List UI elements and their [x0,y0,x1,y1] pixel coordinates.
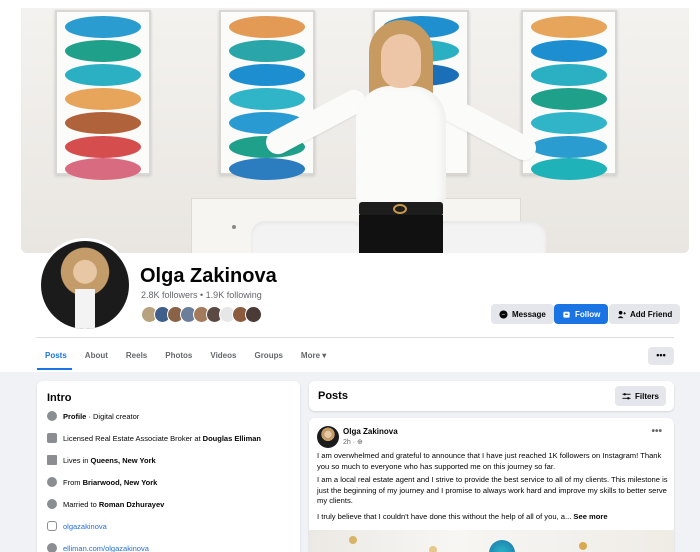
follower-stats[interactable]: 2.8K followers • 1.9K following [141,290,262,300]
follow-button[interactable]: Follow [554,304,609,324]
filter-icon [622,392,631,399]
cover-artwork [55,10,151,180]
briefcase-icon [47,433,57,443]
post-card: Olga Zakinova 2h · ⊕ ••• I am overwhelme… [309,418,674,552]
cover-artwork [219,10,315,180]
post-timestamp[interactable]: 2h · ⊕ [343,438,363,446]
globe-icon [47,543,57,552]
instagram-link[interactable]: olgazakinova [63,522,107,531]
tab-posts[interactable]: Posts [36,346,76,365]
post-image[interactable] [309,530,674,552]
follow-icon [563,311,570,318]
intro-work: Licensed Real Estate Associate Broker at… [47,433,261,443]
post-paragraph: I truly believe that I couldn't have don… [317,512,608,521]
intro-lives-in: Lives in Queens, New York [47,455,156,465]
profile-tabs: Posts About Reels Photos Videos Groups M… [36,346,335,365]
post-options-button[interactable]: ••• [651,426,662,437]
employer-link[interactable]: Douglas Elliman [203,434,261,443]
profile-name: Olga Zakinova [140,265,277,287]
add-friend-label: Add Friend [630,309,673,319]
intro-title: Intro [47,392,72,404]
follower-avatar[interactable] [245,306,262,323]
filters-button[interactable]: Filters [614,386,666,406]
cover-photo[interactable] [21,8,689,253]
header-divider [36,337,674,338]
posts-title: Posts [318,390,348,402]
tab-about[interactable]: About [76,346,117,365]
cover-portrait [261,20,541,253]
lives-in-link[interactable]: Queens, New York [91,456,156,465]
filters-label: Filters [634,391,659,401]
location-pin-icon [47,477,57,487]
globe-icon: ⊕ [357,439,363,446]
messenger-icon [499,309,508,319]
intro-card: Intro Profile · Digital creator Licensed… [37,381,300,552]
post-author-avatar[interactable] [317,426,339,448]
instagram-icon [47,521,57,531]
profile-avatar[interactable] [38,238,132,332]
intro-profile: Profile · Digital creator [47,411,139,421]
intro-instagram: olgazakinova [47,521,107,531]
follower-avatars[interactable] [141,306,262,324]
follow-label: Follow [575,309,601,319]
intro-relationship: Married to Roman Dzhurayev [47,499,164,509]
intro-website: elliman.com/olgazakinova [47,543,149,552]
home-icon [47,455,57,465]
tab-videos[interactable]: Videos [201,346,245,365]
intro-from: From Briarwood, New York [47,477,157,487]
see-more-link[interactable]: See more [573,512,607,521]
message-label: Message [512,309,546,319]
info-icon [47,411,57,421]
tab-reels[interactable]: Reels [117,346,156,365]
profile-picture [41,241,129,329]
tab-more[interactable]: More ▾ [292,346,335,365]
spouse-link[interactable]: Roman Dzhurayev [99,500,164,509]
tab-photos[interactable]: Photos [156,346,201,365]
post-paragraph: I am a local real estate agent and I str… [317,475,668,505]
tab-groups[interactable]: Groups [245,346,291,365]
heart-icon [47,499,57,509]
add-friend-icon [617,310,626,318]
post-paragraph: I am overwhelmed and grateful to announc… [317,451,662,471]
posts-header: Posts Filters [309,381,674,411]
add-friend-button[interactable]: Add Friend [609,304,681,324]
hometown-link[interactable]: Briarwood, New York [83,478,158,487]
website-link[interactable]: elliman.com/olgazakinova [63,544,149,552]
post-author[interactable]: Olga Zakinova [343,427,398,436]
active-tab-indicator [37,368,72,370]
more-options-button[interactable]: ••• [648,347,674,365]
message-button[interactable]: Message [491,304,554,324]
